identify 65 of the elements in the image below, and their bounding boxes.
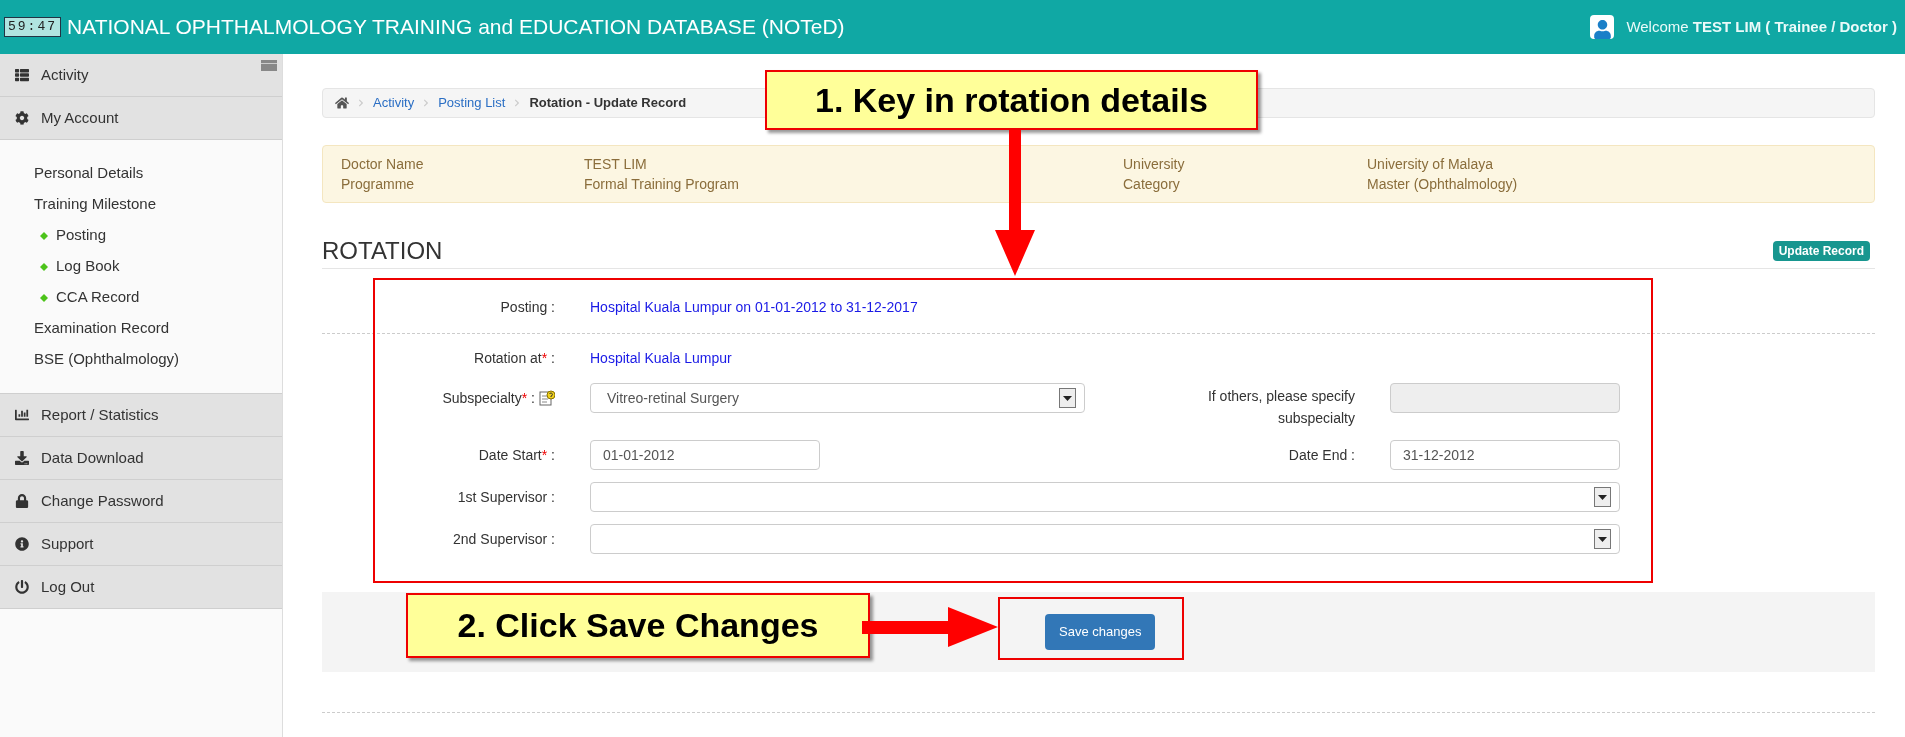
chevron-icon <box>422 99 431 107</box>
section-title: ROTATION <box>322 235 443 266</box>
field-label: Posting : <box>500 297 555 317</box>
breadcrumb-link[interactable]: Rotation - Update Record <box>529 93 687 113</box>
welcome-text: Welcome TEST LIM ( Trainee / Doctor ) <box>1626 16 1897 37</box>
download-icon <box>15 451 29 465</box>
info-value: Master (Ophthalmology) <box>1367 175 1519 194</box>
sidebar-item[interactable]: Support <box>0 523 282 566</box>
field-label: Rotation at* : <box>474 348 555 368</box>
chevron-icon <box>357 99 365 107</box>
user-avatar-icon <box>1590 15 1615 39</box>
info-label: Category <box>1123 175 1181 194</box>
subspecialty-select[interactable]: Vitreo-retinal Surgery <box>590 383 1085 413</box>
info-label: Programme <box>341 175 416 194</box>
sidebar-item[interactable]: Data Download <box>0 437 282 480</box>
submenu-item[interactable]: Log Book <box>56 255 120 278</box>
callout-label: 1. Key in rotation details <box>765 70 1258 130</box>
date-start-input[interactable]: 01-01-2012 <box>590 440 820 470</box>
sidebar-item[interactable]: Report / Statistics <box>0 394 282 437</box>
date-end-input[interactable]: 31-12-2012 <box>1390 440 1620 470</box>
sidebar-item[interactable]: Change Password <box>0 480 282 523</box>
chevron-icon <box>513 99 522 107</box>
callout-label: 2. Click Save Changes <box>406 593 870 658</box>
diamond-bullet-icon <box>40 293 48 302</box>
field-label: 1st Supervisor : <box>457 487 555 507</box>
info-label: Doctor Name <box>341 155 425 174</box>
save-button[interactable]: Save changes <box>1045 614 1156 650</box>
gear-icon <box>15 111 29 125</box>
bar-chart-icon <box>15 408 29 422</box>
field-label: Date Start* : <box>478 445 555 465</box>
submenu-item[interactable]: CCA Record <box>56 286 140 309</box>
submenu-item[interactable]: Posting <box>56 224 107 247</box>
submenu-item[interactable]: Examination Record <box>34 317 170 340</box>
info-value: Formal Training Program <box>584 175 740 194</box>
field-label: Date End : <box>1288 445 1355 465</box>
breadcrumb-link[interactable]: Activity <box>373 93 415 113</box>
lock-icon <box>15 494 29 508</box>
power-icon <box>15 580 29 594</box>
breadcrumb-link[interactable]: Posting List <box>438 93 506 113</box>
info-value: University of Malaya <box>1367 155 1495 174</box>
info-label: University <box>1123 155 1186 174</box>
status-badge: Update Record <box>1772 240 1870 261</box>
info-icon <box>15 537 29 551</box>
app-title: NATIONAL OPHTHALMOLOGY TRAINING and EDUCATION DATABASE (NOTeD) <box>67 14 845 41</box>
sidebar-item[interactable]: Log Out <box>0 566 282 609</box>
diamond-bullet-icon <box>40 262 48 271</box>
supervisor-select[interactable] <box>590 482 1620 512</box>
sidebar-item[interactable]: My Account <box>0 97 282 140</box>
diamond-bullet-icon <box>40 231 48 240</box>
countdown-timer: 59:47 <box>4 17 61 37</box>
field-label: 2nd Supervisor : <box>453 529 555 549</box>
field-label: Subspecialty* : <box>442 388 535 408</box>
sidebar-item[interactable]: Activity <box>0 54 282 97</box>
rotation-location: Hospital Kuala Lumpur <box>590 348 732 368</box>
supervisor-select[interactable] <box>590 524 1620 554</box>
home-icon[interactable] <box>335 96 349 110</box>
list-icon <box>15 68 29 82</box>
submenu-item[interactable]: Personal Details <box>34 162 144 185</box>
collapse-icon[interactable] <box>261 60 277 71</box>
help-note-icon[interactable] <box>539 390 555 406</box>
info-value: TEST LIM <box>584 155 648 174</box>
field-label: If others, please specify subspecialty <box>1206 387 1355 428</box>
submenu-item[interactable]: Training Milestone <box>34 193 156 216</box>
submenu-item[interactable]: BSE (Ophthalmology) <box>34 348 180 371</box>
posting-link[interactable]: Hospital Kuala Lumpur on 01-01-2012 to 31-12-2017 <box>590 296 918 318</box>
